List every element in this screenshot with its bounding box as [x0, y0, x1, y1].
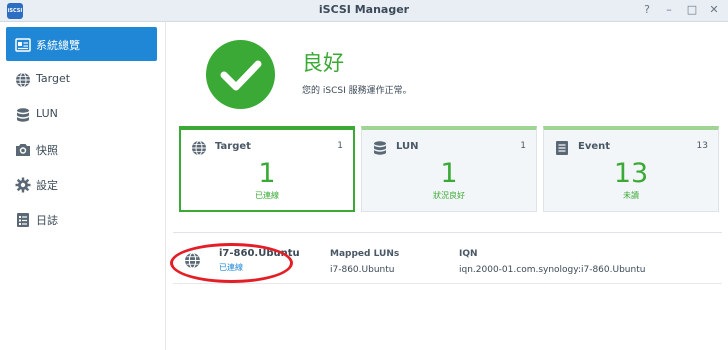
window-title: iSCSI Manager	[318, 3, 410, 16]
globe-icon	[16, 72, 30, 88]
card-status: 狀況良好	[433, 191, 465, 200]
overview-panel: 良好 您的 iSCSI 服務運作正常。 Target 1 1 已連線 LUN 1…	[167, 22, 728, 350]
lun-summary-card[interactable]: LUN 1 1 狀況良好	[361, 126, 537, 212]
mapped-luns-header: Mapped LUNs	[330, 249, 400, 259]
card-status: 已連線	[255, 191, 279, 200]
overview-icon	[15, 38, 31, 52]
card-count: 13	[696, 141, 708, 151]
sidebar-item-overview[interactable]: 系統總覽	[6, 27, 157, 61]
checkmark-icon	[220, 60, 262, 91]
status-description: 您的 iSCSI 服務運作正常。	[302, 86, 412, 96]
sidebar-item-log[interactable]: 日誌	[6, 202, 157, 236]
section-divider	[173, 232, 722, 233]
database-icon	[17, 108, 29, 122]
card-title: Event	[578, 141, 611, 152]
status-ok-icon	[206, 40, 275, 109]
iqn-header: IQN	[459, 249, 478, 259]
help-button[interactable]: ?	[639, 2, 655, 18]
title-bar: iSCSI iSCSI Manager ? – □ ✕	[0, 0, 728, 22]
card-title: LUN	[396, 141, 419, 152]
sidebar-item-label: 日誌	[36, 214, 58, 227]
mapped-luns-value: i7-860.Ubuntu	[330, 265, 395, 275]
minimize-button[interactable]: –	[661, 2, 677, 18]
card-count: 1	[337, 141, 343, 151]
sidebar-item-label: 系統總覽	[36, 39, 80, 52]
card-count: 1	[520, 141, 526, 151]
status-title: 良好	[302, 51, 344, 75]
sidebar-item-label: Target	[36, 72, 71, 85]
iqn-value: iqn.2000-01.com.synology:i7-860.Ubuntu	[459, 265, 646, 275]
globe-icon	[192, 140, 206, 156]
maximize-button[interactable]: □	[684, 2, 700, 18]
gear-icon	[15, 177, 31, 193]
document-icon	[556, 141, 568, 155]
card-value: 13	[613, 158, 649, 189]
sidebar-item-target[interactable]: Target	[6, 62, 157, 96]
sidebar-item-label: LUN	[36, 107, 58, 120]
event-summary-card[interactable]: Event 13 13 未讀	[543, 126, 719, 212]
sidebar: 系統總覽 Target LUN 快照 設定 日誌	[0, 22, 166, 350]
card-value: 1	[258, 158, 276, 189]
sidebar-item-label: 設定	[36, 179, 58, 192]
card-status: 未讀	[623, 191, 639, 200]
log-icon	[17, 213, 29, 227]
card-value: 1	[440, 158, 458, 189]
sidebar-item-snapshot[interactable]: 快照	[6, 132, 157, 166]
database-icon	[374, 141, 386, 155]
close-button[interactable]: ✕	[706, 2, 722, 18]
sidebar-item-label: 快照	[36, 144, 58, 157]
sidebar-item-settings[interactable]: 設定	[6, 167, 157, 201]
sidebar-item-lun[interactable]: LUN	[6, 97, 157, 131]
red-annotation-ellipse	[170, 243, 293, 283]
target-summary-card[interactable]: Target 1 1 已連線	[179, 126, 355, 212]
card-title: Target	[215, 141, 251, 152]
camera-icon	[16, 144, 30, 156]
